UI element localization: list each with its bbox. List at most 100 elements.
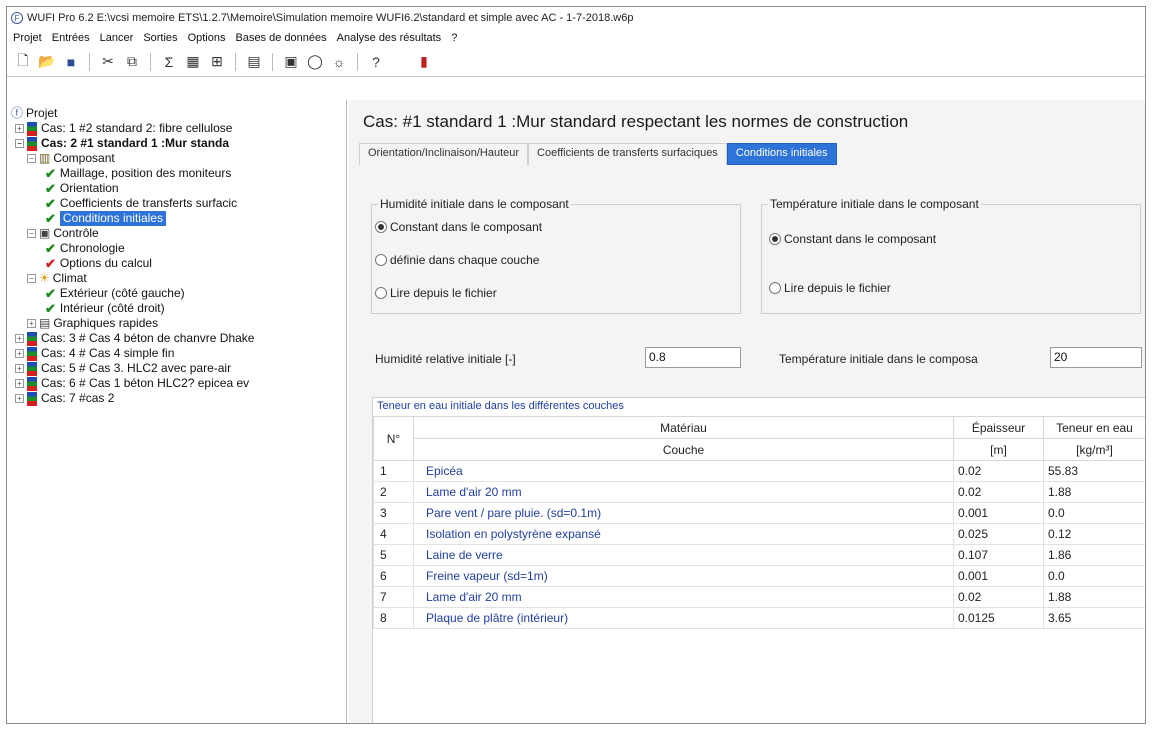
table-row[interactable]: 6 Freine vapeur (sd=1m) 0.001 0.0 [373,565,1145,587]
tree-coefficients[interactable]: ✔ Coefficients de transferts surfacic [11,196,342,211]
tab-orientation[interactable]: Orientation/Inclinaison/Hauteur [359,143,529,165]
tree-options-calcul[interactable]: ✔ Options du calcul [11,256,342,271]
humidity-file-label: Lire depuis le fichier [390,286,497,300]
expand-icon[interactable]: + [15,334,24,343]
row-thickness[interactable]: 0.001 [953,502,1044,524]
row-thickness[interactable]: 0.0125 [953,607,1044,629]
rh-input[interactable]: 0.8 [645,347,741,368]
expand-icon[interactable]: + [15,394,24,403]
copy-icon[interactable]: ⧉ [122,52,142,72]
row-water-content[interactable]: 1.88 [1043,586,1145,608]
calc-icon[interactable]: Σ [159,52,179,72]
tab-conditions-initiales[interactable]: Conditions initiales [726,143,837,165]
tree-interieur[interactable]: ✔ Intérieur (côté droit) [11,301,342,316]
expand-icon[interactable]: + [27,319,36,328]
help-icon[interactable]: ? [366,52,386,72]
menu-options[interactable]: Options [184,32,232,44]
row-thickness[interactable]: 0.001 [953,565,1044,587]
humidity-constant-radio[interactable]: Constant dans le composant [375,220,542,234]
tree-climat[interactable]: − ☀ Climat [11,271,342,286]
image-icon[interactable]: ▣ [281,52,301,72]
menu-analyse-resultats[interactable]: Analyse des résultats [333,32,448,44]
menu-sorties[interactable]: Sorties [139,32,183,44]
new-file-icon[interactable]: 🗋 [13,52,33,72]
collapse-icon[interactable]: − [27,274,36,283]
monitor-icon[interactable]: ⊞ [207,52,227,72]
humidity-file-radio[interactable]: Lire depuis le fichier [375,286,497,300]
menu-bases-de-donnees[interactable]: Bases de données [231,32,332,44]
collapse-icon[interactable]: − [15,139,24,148]
tree-case-6[interactable]: + Cas: 6 # Cas 1 béton HLC2? epicea ev [11,376,342,391]
collapse-icon[interactable]: − [27,229,36,238]
temperature-file-radio[interactable]: Lire depuis le fichier [769,281,891,295]
tree-graphiques[interactable]: + ▤ Graphiques rapides [11,316,342,331]
table-row[interactable]: 8 Plaque de plâtre (intérieur) 0.0125 3.… [373,607,1145,629]
tree-case-7[interactable]: + Cas: 7 #cas 2 [11,391,342,406]
row-thickness[interactable]: 0.02 [953,460,1044,482]
row-water-content[interactable]: 0.0 [1043,502,1145,524]
tree-conditions-initiales[interactable]: ✔ Conditions initiales [11,211,342,226]
exit-icon[interactable]: ▮ [414,52,434,72]
table-row[interactable]: 2 Lame d'air 20 mm 0.02 1.88 [373,481,1145,503]
tree-case-4[interactable]: + Cas: 4 # Cas 4 simple fin [11,346,342,361]
tree-controle[interactable]: − ▣ Contrôle [11,226,342,241]
row-material: Epicéa [413,460,954,482]
tree-exterieur[interactable]: ✔ Extérieur (côté gauche) [11,286,342,301]
climate-icon[interactable]: ☼ [329,52,349,72]
check-warning-icon: ✔ [45,256,56,271]
table-row[interactable]: 5 Laine de verre 0.107 1.86 [373,544,1145,566]
expand-icon[interactable]: + [15,349,24,358]
cut-icon[interactable]: ✂ [98,52,118,72]
row-thickness[interactable]: 0.107 [953,544,1044,566]
tree-case-5[interactable]: + Cas: 5 # Cas 3. HLC2 avec pare-air [11,361,342,376]
menu-projet[interactable]: Projet [9,32,48,44]
tree-coefficients-label: Coefficients de transferts surfacic [59,196,238,210]
table-row[interactable]: 4 Isolation en polystyrène expansé 0.025… [373,523,1145,545]
row-material: Pare vent / pare pluie. (sd=0.1m) [413,502,954,524]
menu-entrees[interactable]: Entrées [48,32,96,44]
row-water-content[interactable]: 1.88 [1043,481,1145,503]
row-material: Laine de verre [413,544,954,566]
toolbar-separator [272,52,273,71]
circle-icon[interactable]: ◯ [305,52,325,72]
tree-maillage[interactable]: ✔ Maillage, position des moniteurs [11,166,342,181]
menu-help[interactable]: ? [447,32,463,44]
humidity-per-layer-radio[interactable]: définie dans chaque couche [375,253,539,267]
tree-chronologie[interactable]: ✔ Chronologie [11,241,342,256]
collapse-icon[interactable]: − [27,154,36,163]
temperature-constant-radio[interactable]: Constant dans le composant [769,232,936,246]
menu-lancer[interactable]: Lancer [96,32,140,44]
tree-orientation[interactable]: ✔ Orientation [11,181,342,196]
temperature-input[interactable]: 20 [1050,347,1142,368]
check-icon: ✔ [45,211,56,226]
expand-icon[interactable]: + [15,124,24,133]
toolbar: 🗋 📂 ■ ✂ ⧉ Σ ▦ ⊞ ▤ ▣ ◯ ☼ ? ▮ [7,47,1145,77]
tree-composant[interactable]: − ▥ Composant [11,151,342,166]
row-thickness[interactable]: 0.025 [953,523,1044,545]
table-row[interactable]: 1 Epicéa 0.02 55.83 [373,460,1145,482]
app-window: F WUFI Pro 6.2 E:\vcsi memoire ETS\1.2.7… [6,6,1146,724]
chart-icon[interactable]: ▤ [244,52,264,72]
row-water-content[interactable]: 0.12 [1043,523,1145,545]
tree-case-2[interactable]: − Cas: 2 #1 standard 1 :Mur standa [11,136,342,151]
row-thickness[interactable]: 0.02 [953,586,1044,608]
save-icon[interactable]: ■ [61,52,81,72]
tree-case-3[interactable]: + Cas: 3 # Cas 4 béton de chanvre Dhake [11,331,342,346]
open-folder-icon[interactable]: 📂 [37,52,57,72]
grid-icon[interactable]: ▦ [183,52,203,72]
row-water-content[interactable]: 3.65 [1043,607,1145,629]
table-row[interactable]: 7 Lame d'air 20 mm 0.02 1.88 [373,586,1145,608]
row-water-content[interactable]: 55.83 [1043,460,1145,482]
table-row[interactable]: 3 Pare vent / pare pluie. (sd=0.1m) 0.00… [373,502,1145,524]
tree-case-1[interactable]: + Cas: 1 #2 standard 2: fibre cellulose [11,121,342,136]
tree-maillage-label: Maillage, position des moniteurs [59,166,232,180]
row-water-content[interactable]: 0.0 [1043,565,1145,587]
row-index: 8 [373,607,414,629]
expand-icon[interactable]: + [15,364,24,373]
tree-root[interactable]: ⓕ Projet [11,106,342,121]
row-thickness[interactable]: 0.02 [953,481,1044,503]
expand-icon[interactable]: + [15,379,24,388]
tab-coefficients[interactable]: Coefficients de transferts surfaciques [528,143,727,165]
temperature-constant-label: Constant dans le composant [784,232,937,246]
row-water-content[interactable]: 1.86 [1043,544,1145,566]
